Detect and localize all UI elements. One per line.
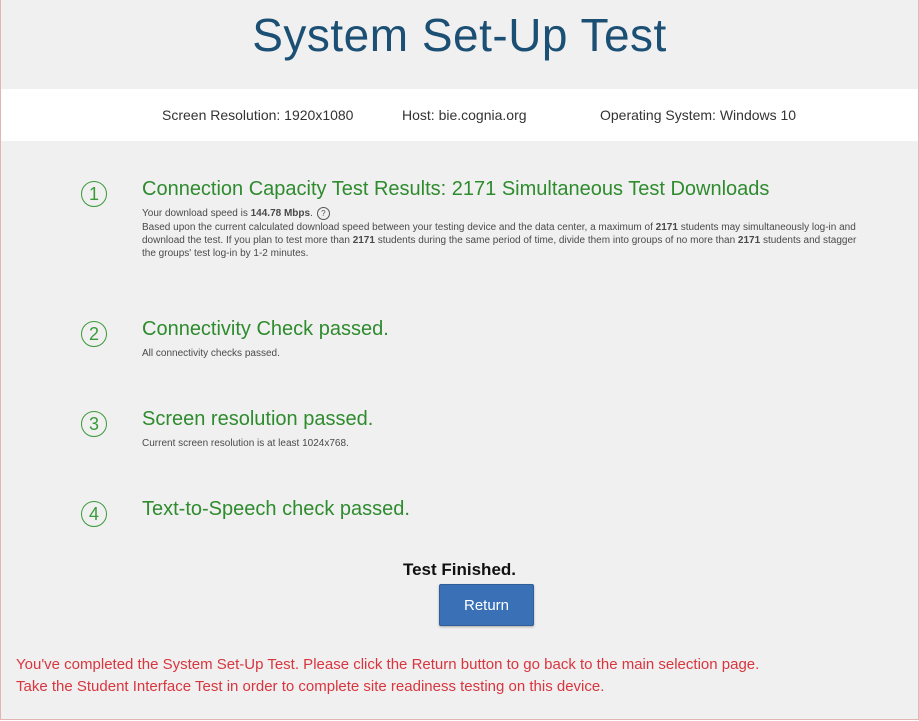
desc-number: 2171: [655, 222, 678, 233]
return-button[interactable]: Return: [439, 584, 534, 626]
speed-prefix: Your download speed is: [142, 208, 251, 220]
host-info: Host: bie.cognia.org: [402, 107, 527, 123]
page-container: System Set-Up Test Screen Resolution: 19…: [0, 0, 919, 720]
step-number-icon: 1: [81, 181, 107, 207]
step-subtext: Current screen resolution is at least 10…: [142, 438, 349, 449]
desc-number: 2171: [352, 235, 375, 246]
step-number-icon: 4: [81, 501, 107, 527]
completion-message-line-1: You've completed the System Set-Up Test.…: [16, 656, 760, 673]
download-speed-text: Your download speed is 144.78 Mbps.?: [142, 207, 330, 220]
operating-system-info: Operating System: Windows 10: [600, 107, 797, 123]
step-subtext: All connectivity checks passed.: [142, 348, 280, 359]
completion-message-line-2: Take the Student Interface Test in order…: [16, 678, 605, 695]
screen-resolution-info: Screen Resolution: 1920x1080: [162, 107, 354, 123]
step-number-icon: 2: [81, 321, 107, 347]
test-finished-label: Test Finished.: [402, 560, 517, 579]
step-heading: Screen resolution passed.: [142, 408, 374, 430]
speed-value: 144.78 Mbps: [250, 208, 311, 220]
speed-suffix: .: [310, 208, 313, 220]
completion-message: You've completed the System Set-Up Test.…: [16, 654, 906, 698]
step-heading: Connectivity Check passed.: [142, 318, 389, 340]
help-icon[interactable]: ?: [316, 207, 330, 220]
desc-part: Based upon the current calculated downlo…: [142, 222, 656, 233]
system-info-bar: Screen Resolution: 1920x1080 Host: bie.c…: [1, 89, 918, 141]
capacity-description: Based upon the current calculated downlo…: [142, 221, 862, 260]
desc-number: 2171: [737, 235, 761, 246]
step-heading: Text-to-Speech check passed.: [142, 498, 410, 520]
page-title: System Set-Up Test: [252, 9, 667, 61]
step-heading: Connection Capacity Test Results: 2171 S…: [142, 178, 770, 200]
desc-part: students during the same period of time,…: [374, 235, 738, 246]
step-number-icon: 3: [81, 411, 107, 437]
